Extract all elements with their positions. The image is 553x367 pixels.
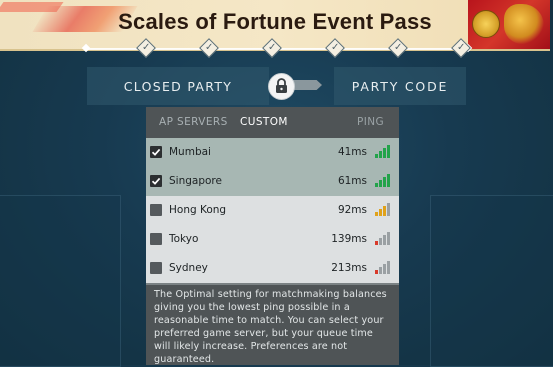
signal-bar	[375, 241, 378, 245]
signal-bar	[387, 232, 390, 245]
server-name: Mumbai	[169, 146, 211, 158]
background-panel-left	[0, 195, 121, 367]
signal-bar	[387, 261, 390, 274]
signal-strength-icon	[375, 231, 393, 245]
checked-checkbox[interactable]	[150, 175, 162, 187]
signal-bar	[387, 174, 390, 187]
tab-custom[interactable]: CUSTOM	[240, 116, 288, 128]
signal-strength-icon	[375, 202, 393, 216]
coin-icon	[472, 10, 500, 38]
signal-bar	[379, 180, 382, 187]
dragon-art	[468, 0, 550, 49]
server-ping: 213ms	[331, 262, 367, 274]
signal-bar	[383, 206, 386, 216]
lock-icon	[276, 78, 287, 93]
background-panel-right	[430, 195, 553, 367]
server-name: Tokyo	[169, 233, 199, 245]
server-row[interactable]: Tokyo 139ms	[146, 225, 399, 254]
dragon-icon	[504, 4, 544, 44]
signal-bar	[379, 267, 382, 274]
server-ping: 139ms	[331, 233, 367, 245]
signal-bar	[375, 154, 378, 158]
signal-strength-icon	[375, 173, 393, 187]
signal-bar	[379, 151, 382, 158]
server-selection-panel: AP SERVERS CUSTOM PING Mumbai 41ms Singapo…	[146, 107, 399, 365]
server-row[interactable]: Sydney 213ms	[146, 254, 399, 283]
unchecked-checkbox[interactable]	[150, 204, 162, 216]
signal-bar	[387, 203, 390, 216]
closed-party-label: CLOSED PARTY	[123, 78, 233, 94]
server-name: Singapore	[169, 175, 222, 187]
party-lock-toggle[interactable]	[268, 73, 295, 100]
server-ping: 92ms	[337, 204, 367, 216]
signal-bar	[383, 148, 386, 158]
signal-strength-icon	[375, 144, 393, 158]
server-tabs: AP SERVERS CUSTOM PING	[146, 107, 399, 138]
signal-bar	[383, 264, 386, 274]
server-name: Hong Kong	[169, 204, 227, 216]
server-name: Sydney	[169, 262, 208, 274]
matchmaking-info-text: The Optimal setting for matchmaking bala…	[146, 285, 399, 365]
signal-strength-icon	[375, 260, 393, 274]
server-ping: 41ms	[337, 146, 367, 158]
server-row[interactable]: Hong Kong 92ms	[146, 196, 399, 225]
tab-ap-servers[interactable]: AP SERVERS	[159, 116, 228, 128]
checked-checkbox[interactable]	[150, 146, 162, 158]
signal-bar	[375, 183, 378, 187]
check-icon	[151, 148, 161, 156]
server-ping: 61ms	[337, 175, 367, 187]
server-row[interactable]: Singapore 61ms	[146, 167, 399, 196]
ping-column-header: PING	[356, 116, 384, 128]
signal-bar	[375, 270, 378, 274]
server-row[interactable]: Mumbai 41ms	[146, 138, 399, 167]
check-icon	[151, 177, 161, 185]
party-code-button[interactable]: PARTY CODE	[334, 67, 466, 105]
signal-bar	[383, 177, 386, 187]
closed-party-button[interactable]: CLOSED PARTY	[87, 67, 269, 105]
party-code-label: PARTY CODE	[351, 78, 449, 94]
unchecked-checkbox[interactable]	[150, 233, 162, 245]
signal-bar	[375, 212, 378, 216]
signal-bar	[387, 145, 390, 158]
unchecked-checkbox[interactable]	[150, 262, 162, 274]
signal-bar	[383, 235, 386, 245]
signal-bar	[379, 209, 382, 216]
signal-bar	[379, 238, 382, 245]
